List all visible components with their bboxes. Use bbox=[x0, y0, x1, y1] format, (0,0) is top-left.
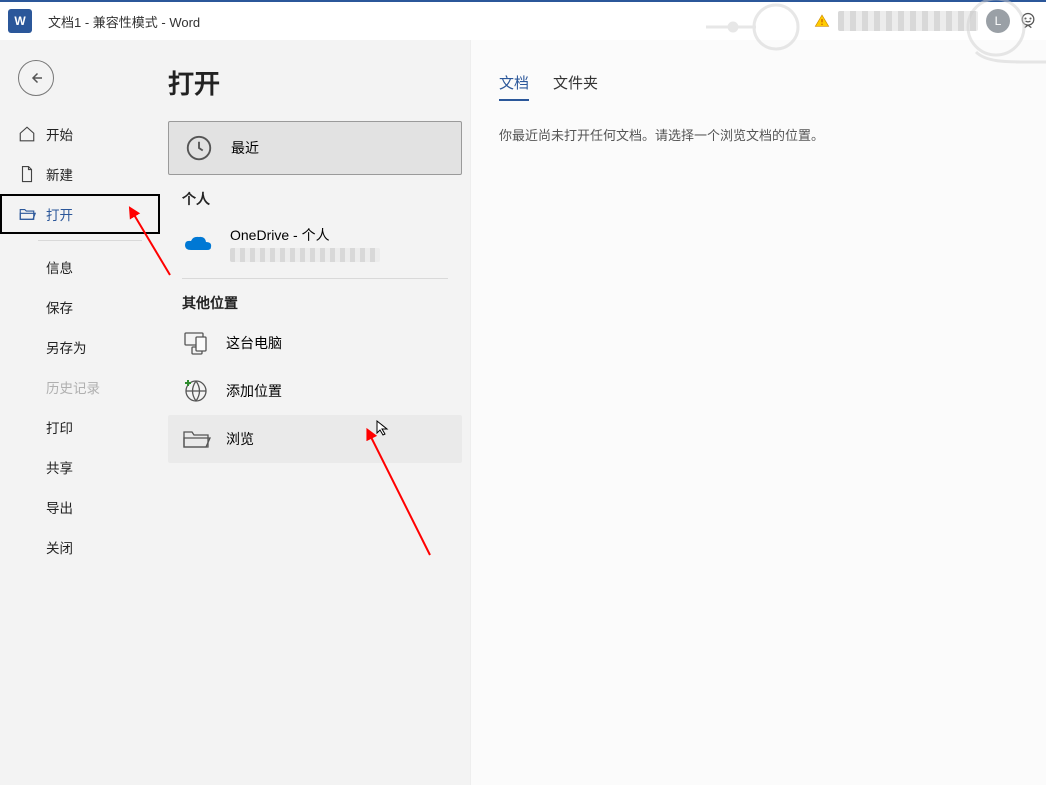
account-name-redacted bbox=[838, 11, 978, 31]
add-place-icon bbox=[182, 377, 210, 405]
left-nav: 开始 新建 打开 信息 保存 另存为 历史记录 打印 共享 导出 关闭 bbox=[0, 40, 160, 785]
location-this-pc-label: 这台电脑 bbox=[226, 333, 282, 353]
nav-history: 历史记录 bbox=[0, 367, 160, 407]
onedrive-icon bbox=[182, 228, 214, 260]
location-divider bbox=[182, 278, 448, 279]
nav-saveas[interactable]: 另存为 bbox=[0, 327, 160, 367]
tab-documents[interactable]: 文档 bbox=[499, 72, 529, 101]
title-bar: W 文档1 - 兼容性模式 - Word L bbox=[0, 0, 1046, 40]
nav-new[interactable]: 新建 bbox=[0, 154, 160, 194]
title-bar-right: L bbox=[814, 9, 1038, 33]
nav-new-label: 新建 bbox=[46, 164, 73, 184]
page-title: 打开 bbox=[168, 64, 462, 101]
location-add-place-label: 添加位置 bbox=[226, 381, 282, 401]
location-browse[interactable]: 浏览 bbox=[168, 415, 462, 463]
nav-info[interactable]: 信息 bbox=[0, 247, 160, 287]
location-recent-label: 最近 bbox=[231, 138, 259, 158]
folder-open-icon bbox=[18, 205, 36, 223]
tab-folders[interactable]: 文件夹 bbox=[553, 72, 598, 101]
location-browse-label: 浏览 bbox=[226, 429, 254, 449]
back-button[interactable] bbox=[18, 60, 54, 96]
section-other: 其他位置 bbox=[182, 293, 448, 313]
nav-home[interactable]: 开始 bbox=[0, 114, 160, 154]
pc-icon bbox=[182, 329, 210, 357]
location-this-pc[interactable]: 这台电脑 bbox=[168, 319, 462, 367]
user-avatar[interactable]: L bbox=[986, 9, 1010, 33]
nav-save[interactable]: 保存 bbox=[0, 287, 160, 327]
nav-home-label: 开始 bbox=[46, 124, 73, 144]
nav-print[interactable]: 打印 bbox=[0, 407, 160, 447]
nav-share[interactable]: 共享 bbox=[0, 447, 160, 487]
onedrive-account-redacted bbox=[230, 248, 380, 262]
content-panel: 文档 文件夹 你最近尚未打开任何文档。请选择一个浏览文档的位置。 bbox=[470, 40, 1046, 785]
locations-panel: 打开 最近 个人 OneDrive - 个人 其他位置 这台电脑 bbox=[160, 40, 470, 785]
window-title: 文档1 - 兼容性模式 - Word bbox=[48, 12, 200, 31]
nav-divider bbox=[38, 240, 142, 241]
nav-open-label: 打开 bbox=[46, 204, 73, 224]
nav-close[interactable]: 关闭 bbox=[0, 527, 160, 567]
word-app-icon: W bbox=[8, 9, 32, 33]
home-icon bbox=[18, 125, 36, 143]
location-recent[interactable]: 最近 bbox=[168, 121, 462, 175]
content-tabs: 文档 文件夹 bbox=[499, 72, 1018, 101]
section-personal: 个人 bbox=[182, 189, 448, 209]
folder-icon bbox=[182, 425, 210, 453]
nav-export[interactable]: 导出 bbox=[0, 487, 160, 527]
warning-icon bbox=[814, 13, 830, 29]
nav-open[interactable]: 打开 bbox=[0, 194, 160, 234]
location-add-place[interactable]: 添加位置 bbox=[168, 367, 462, 415]
empty-hint: 你最近尚未打开任何文档。请选择一个浏览文档的位置。 bbox=[499, 125, 1018, 144]
clock-icon bbox=[183, 132, 215, 164]
document-icon bbox=[18, 165, 36, 183]
location-onedrive-label: OneDrive - 个人 bbox=[230, 225, 380, 245]
location-onedrive[interactable]: OneDrive - 个人 bbox=[168, 215, 462, 272]
feedback-icon[interactable] bbox=[1018, 11, 1038, 31]
